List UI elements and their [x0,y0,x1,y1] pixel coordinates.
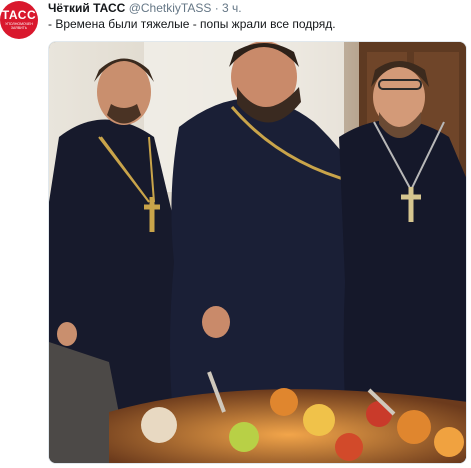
food-item [229,422,259,452]
left-priest-hand [57,322,77,346]
food-item [335,433,363,461]
tweet[interactable]: ТАСС УПОЛНОМОЧЕН ЗАЯВИТЬ Чёткий ТАСС @Ch… [0,0,471,468]
food-item [141,407,177,443]
food-item [397,410,431,444]
header-separator: · [214,1,219,15]
food-item [434,427,464,457]
food-item [303,404,335,436]
tweet-header: Чёткий ТАСС @ChetkiyTASS · 3 ч. [48,1,242,16]
photo-illustration [49,42,466,463]
tass-logo-text: ТАСС [1,8,37,22]
tweet-text: - Времена были тяжелые - попы жрали все … [48,17,336,31]
account-name[interactable]: Чёткий ТАСС [48,1,125,15]
account-avatar[interactable]: ТАСС УПОЛНОМОЧЕН ЗАЯВИТЬ [0,1,38,39]
tweet-photo[interactable] [48,41,467,464]
account-handle[interactable]: @ChetkiyTASS [129,1,212,15]
food-item [270,388,298,416]
tweet-timestamp[interactable]: 3 ч. [222,1,242,15]
center-priest-hand [202,306,230,338]
tass-logo-tagline: УПОЛНОМОЧЕН ЗАЯВИТЬ [5,22,33,30]
food-item [366,401,392,427]
